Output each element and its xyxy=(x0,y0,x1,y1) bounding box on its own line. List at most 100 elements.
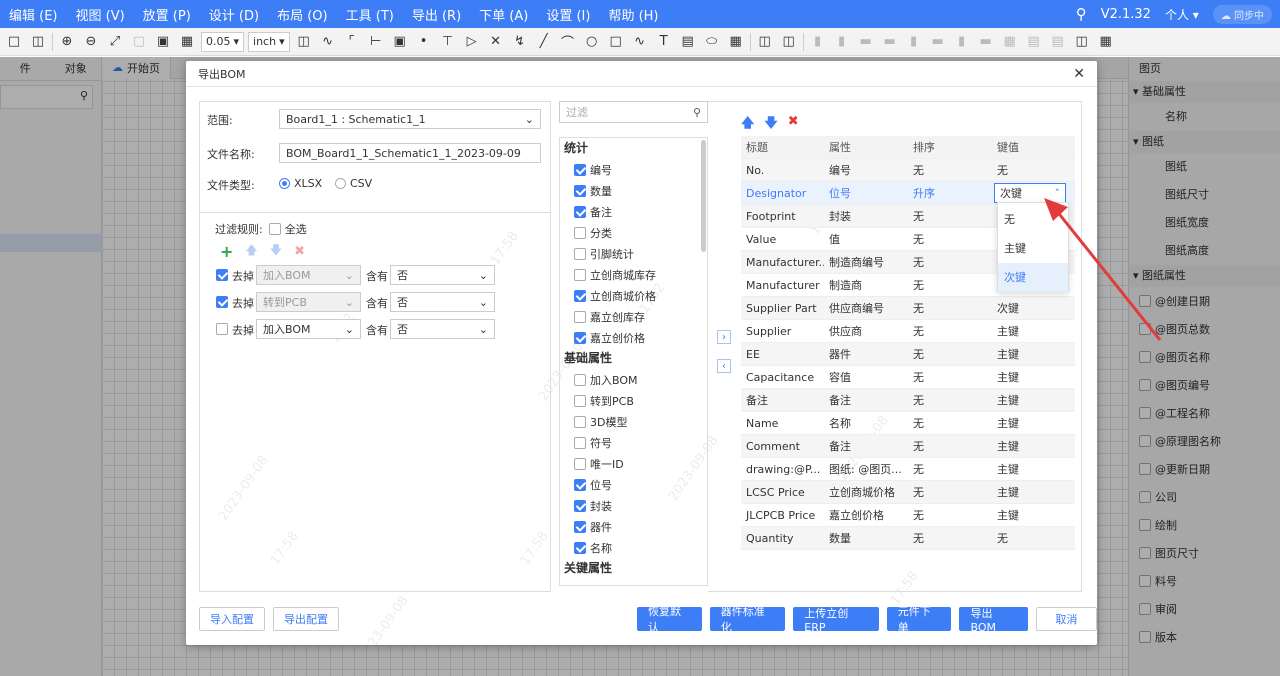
radio-csv[interactable] xyxy=(335,178,346,189)
distribute-h-icon[interactable]: ▮ xyxy=(952,32,972,52)
field-checkbox[interactable] xyxy=(574,289,586,302)
field-checkbox[interactable] xyxy=(574,457,586,470)
align-center-h-icon[interactable]: ▮ xyxy=(904,32,924,52)
menu-item[interactable]: 下单 (A) xyxy=(470,5,537,24)
send-back-icon[interactable]: ▤ xyxy=(1048,32,1068,52)
wire-icon[interactable]: ∿ xyxy=(318,32,338,52)
zoom-in-icon[interactable]: ⊕ xyxy=(57,32,77,52)
table-cell-key[interactable]: 主键 xyxy=(992,415,1075,431)
image-icon[interactable]: ▤ xyxy=(678,32,698,52)
rule-checkbox[interactable] xyxy=(216,269,228,281)
field-checkbox[interactable] xyxy=(574,520,586,533)
dropdown-option[interactable]: 次键 xyxy=(998,263,1068,292)
net-port-icon[interactable]: ▷ xyxy=(462,32,482,52)
config-button[interactable]: 导入配置 xyxy=(199,607,265,631)
distribute-v-icon[interactable]: ▬ xyxy=(976,32,996,52)
sync-status[interactable]: ☁ 同步中 xyxy=(1212,4,1272,24)
align-left-icon[interactable]: ▮ xyxy=(808,32,828,52)
field-checkbox[interactable] xyxy=(574,541,586,554)
fit-view-icon[interactable]: ⤢ xyxy=(105,32,125,52)
menu-item[interactable]: 布局 (O) xyxy=(268,5,337,24)
field-item[interactable]: 立创商城库存 xyxy=(560,264,707,285)
table-row[interactable]: EE 器件 无 主键 xyxy=(741,343,1075,366)
field-item[interactable]: 嘉立创价格 xyxy=(560,327,707,348)
filename-input[interactable]: BOM_Board1_1_Schematic1_1_2023-09-09 xyxy=(279,143,541,163)
field-checkbox[interactable] xyxy=(574,205,586,218)
menu-item[interactable]: 放置 (P) xyxy=(134,5,200,24)
menu-item[interactable]: 工具 (T) xyxy=(337,5,403,24)
table-row[interactable]: Name 名称 无 主键 xyxy=(741,412,1075,435)
rule-field-select[interactable]: 加入BOM ⌄ xyxy=(256,319,361,339)
move-up-icon[interactable]: 🡅 xyxy=(245,241,257,262)
field-checkbox[interactable] xyxy=(574,415,586,428)
field-checkbox[interactable] xyxy=(574,247,586,260)
field-item[interactable]: 封装 xyxy=(560,495,707,516)
document-icon[interactable]: ◫ xyxy=(1072,32,1092,52)
align-right-icon[interactable]: ▮ xyxy=(832,32,852,52)
field-item[interactable]: 符号 xyxy=(560,432,707,453)
table-cell-key[interactable]: 主键 xyxy=(992,392,1075,408)
unit-select[interactable]: inch ▾ xyxy=(248,31,290,52)
field-checkbox[interactable] xyxy=(574,394,586,407)
rule-field-select[interactable]: 加入BOM ⌄ xyxy=(256,265,361,285)
field-checkbox[interactable] xyxy=(574,436,586,449)
rule-checkbox[interactable] xyxy=(216,296,228,308)
field-checkbox[interactable] xyxy=(574,373,586,386)
bus-entry-icon[interactable]: ⊢ xyxy=(366,32,386,52)
table-cell-key[interactable]: 主键 xyxy=(992,461,1075,477)
table-cell-key[interactable]: 主键 xyxy=(992,438,1075,454)
table-cell-key[interactable]: 无 xyxy=(992,530,1075,546)
dropdown-option[interactable]: 无 xyxy=(998,205,1068,234)
table-row[interactable]: Supplier Part 供应商编号 无 次键 xyxy=(741,297,1075,320)
table-cell-key[interactable]: 主键 xyxy=(992,484,1075,500)
menu-item[interactable]: 导出 (R) xyxy=(403,5,470,24)
move-down-icon[interactable]: 🡇 xyxy=(764,114,777,136)
field-list-scrollbar[interactable] xyxy=(701,140,706,252)
menu-item[interactable]: 设计 (D) xyxy=(200,5,268,24)
field-item[interactable]: 加入BOM xyxy=(560,369,707,390)
align-grid-icon[interactable]: ▦ xyxy=(1000,32,1020,52)
grid-icon[interactable]: ▦ xyxy=(177,32,197,52)
table-row[interactable]: No. 编号 无 无 xyxy=(741,159,1075,182)
bezier-icon[interactable]: ∿ xyxy=(630,32,650,52)
table-row[interactable]: LCSC Price 立创商城价格 无 主键 xyxy=(741,481,1075,504)
table-row[interactable]: JLCPCB Price 嘉立创价格 无 主键 xyxy=(741,504,1075,527)
rule-checkbox[interactable] xyxy=(216,323,228,335)
move-up-icon[interactable]: 🡅 xyxy=(741,114,754,136)
probe-icon[interactable]: ↯ xyxy=(510,32,530,52)
netlist-icon[interactable]: ◫ xyxy=(779,32,799,52)
menu-item[interactable]: 编辑 (E) xyxy=(0,5,67,24)
zoom-selection-icon[interactable]: ▢ xyxy=(129,32,149,52)
table-cell-key[interactable]: 主键 xyxy=(992,369,1075,385)
radio-xlsx[interactable] xyxy=(279,178,290,189)
table-cell-key[interactable]: 无 xyxy=(992,162,1075,178)
menu-item[interactable]: 设置 (I) xyxy=(537,5,599,24)
field-item[interactable]: 嘉立创库存 xyxy=(560,306,707,327)
rule-value-select[interactable]: 否 ⌄ xyxy=(390,292,495,312)
table-cell-key[interactable]: 次键 xyxy=(992,300,1075,316)
move-down-icon[interactable]: 🡇 xyxy=(270,241,282,262)
key-select[interactable]: 次键 ˄ xyxy=(994,183,1066,203)
cancel-button[interactable]: 取消 xyxy=(1035,607,1097,631)
zoom-out-icon[interactable]: ⊖ xyxy=(81,32,101,52)
table-cell-key[interactable]: 主键 xyxy=(992,323,1075,339)
paste-icon[interactable]: □ xyxy=(4,32,24,52)
ellipse-icon[interactable]: ⬭ xyxy=(702,32,722,52)
arc-icon[interactable]: ⌒ xyxy=(558,32,578,52)
table-icon[interactable]: ▦ xyxy=(726,32,746,52)
field-checkbox[interactable] xyxy=(574,499,586,512)
text-icon[interactable]: T xyxy=(654,32,674,52)
field-item[interactable]: 分类 xyxy=(560,222,707,243)
field-checkbox[interactable] xyxy=(574,226,586,239)
table-row[interactable]: Quantity 数量 无 无 xyxy=(741,527,1075,550)
field-item[interactable]: 数量 xyxy=(560,180,707,201)
net-label-icon[interactable]: ▣ xyxy=(390,32,410,52)
bring-front-icon[interactable]: ▤ xyxy=(1024,32,1044,52)
dropdown-option[interactable]: 主键 xyxy=(998,234,1068,263)
field-item[interactable]: 备注 xyxy=(560,201,707,222)
menu-item[interactable]: 帮助 (H) xyxy=(599,5,667,24)
drc-icon[interactable]: ◫ xyxy=(755,32,775,52)
delete-rule-icon[interactable]: ✖ xyxy=(294,244,305,259)
action-button[interactable]: 器件标准化 xyxy=(709,605,786,634)
grid-size-select[interactable]: 0.05 ▾ xyxy=(201,31,245,52)
